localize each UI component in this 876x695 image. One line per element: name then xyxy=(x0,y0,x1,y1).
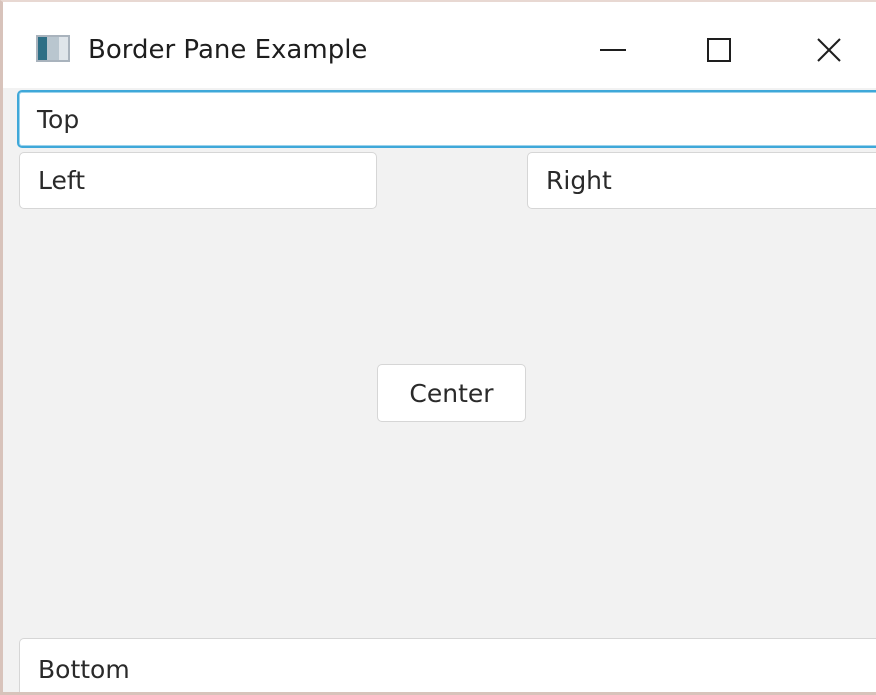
window-title: Border Pane Example xyxy=(88,35,368,65)
right-button[interactable]: Right xyxy=(527,152,876,209)
title-bar[interactable]: Border Pane Example xyxy=(3,2,876,88)
minimize-icon xyxy=(600,49,626,51)
close-button[interactable] xyxy=(799,24,859,76)
maximize-icon xyxy=(707,38,731,62)
maximize-button[interactable] xyxy=(689,24,749,76)
left-button[interactable]: Left xyxy=(19,152,377,209)
minimize-button[interactable] xyxy=(583,24,643,76)
application-window: Border Pane Example Top Left Right Cente… xyxy=(0,0,876,695)
center-button[interactable]: Center xyxy=(377,364,526,422)
bottom-button[interactable]: Bottom xyxy=(19,638,876,692)
top-button[interactable]: Top xyxy=(17,90,876,148)
java-app-icon xyxy=(36,35,70,62)
close-icon xyxy=(817,38,841,62)
